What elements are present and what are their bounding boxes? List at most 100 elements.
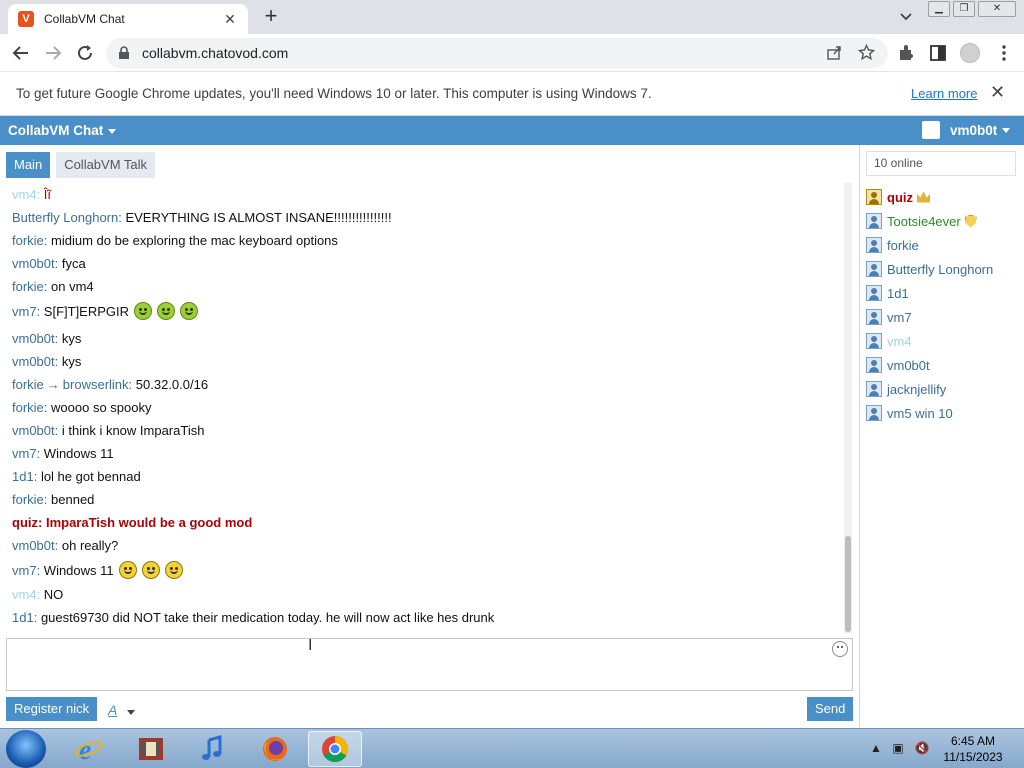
- message-text: 50.32.0.0/16: [135, 377, 209, 392]
- send-button[interactable]: Send: [807, 697, 854, 721]
- side-panel-icon[interactable]: [928, 43, 948, 63]
- user-icon: [866, 213, 882, 229]
- text-format-button[interactable]: A: [108, 702, 117, 718]
- user-icon: [866, 405, 882, 421]
- message-nick[interactable]: vm7: [12, 304, 37, 319]
- chat-brand-label: CollabVM Chat: [8, 123, 104, 138]
- user-list-item[interactable]: forkie: [866, 237, 919, 253]
- message-nick[interactable]: vm4: [12, 587, 37, 602]
- message-row: forkie → browserlink: 50.32.0.0/16: [12, 377, 208, 392]
- message-nick[interactable]: vm4: [12, 187, 37, 202]
- message-text: NO: [43, 587, 64, 602]
- user-menu[interactable]: vm0b0t: [922, 121, 1011, 139]
- message-text: benned: [51, 492, 95, 507]
- share-icon[interactable]: [826, 45, 842, 61]
- format-chevron-down-icon[interactable]: [127, 710, 135, 715]
- volume-muted-icon[interactable]: 🔇: [914, 741, 930, 757]
- chrome-taskbar-icon[interactable]: [308, 731, 362, 767]
- user-list-item[interactable]: vm5 win 10: [866, 405, 953, 421]
- message-nick[interactable]: 1d1: [12, 610, 34, 625]
- message-input[interactable]: [6, 638, 853, 691]
- emoji-picker-icon[interactable]: [832, 641, 848, 657]
- minimize-button[interactable]: ▁: [928, 1, 950, 17]
- user-list-item[interactable]: jacknjellify: [866, 381, 946, 397]
- message-scrollbar-thumb[interactable]: [845, 536, 851, 632]
- message-recipient[interactable]: browserlink: [63, 377, 129, 392]
- system-clock[interactable]: 6:45 AM 11/15/2023: [940, 733, 1006, 765]
- tab-search-chevron-icon[interactable]: [896, 6, 916, 26]
- user-list-item[interactable]: vm7: [866, 309, 912, 325]
- chrome-menu-icon[interactable]: [994, 43, 1014, 63]
- message-nick[interactable]: vm0b0t: [12, 354, 55, 369]
- message-nick[interactable]: vm0b0t: [12, 256, 55, 271]
- nick-separator: :: [43, 492, 52, 507]
- message-nick[interactable]: vm0b0t: [12, 538, 55, 553]
- message-row: vm0b0t: oh really?: [12, 538, 118, 553]
- message-nick[interactable]: quiz: [12, 515, 38, 530]
- lock-icon[interactable]: [118, 46, 130, 60]
- register-nick-button[interactable]: Register nick: [6, 697, 98, 721]
- message-nick[interactable]: Butterfly Longhorn: [12, 210, 118, 225]
- tab-main[interactable]: Main: [6, 152, 51, 178]
- text-cursor-icon: I: [308, 637, 313, 654]
- message-text: woooo so spooky: [51, 400, 152, 415]
- learn-more-link[interactable]: Learn more: [911, 86, 977, 101]
- online-count: 10 online: [866, 151, 1016, 176]
- start-button[interactable]: [6, 730, 46, 768]
- message-nick[interactable]: vm7: [12, 563, 37, 578]
- window-close-button[interactable]: ✕: [978, 1, 1016, 17]
- nick-separator: :: [43, 400, 52, 415]
- message-nick[interactable]: forkie: [12, 279, 44, 294]
- message-nick[interactable]: forkie: [12, 233, 44, 248]
- message-nick[interactable]: 1d1: [12, 469, 34, 484]
- user-list-item[interactable]: vm0b0t: [866, 357, 930, 373]
- message-text: midium do be exploring the mac keyboard …: [51, 233, 338, 248]
- tab-close-icon[interactable]: ✕: [222, 11, 238, 28]
- collabvm-favicon-icon: V: [18, 11, 34, 27]
- infobar-close-icon[interactable]: ✕: [990, 82, 1005, 103]
- firefox-icon[interactable]: [248, 731, 302, 767]
- address-bar[interactable]: collabvm.chatovod.com: [106, 38, 888, 68]
- new-tab-button[interactable]: +: [258, 4, 284, 30]
- restore-button[interactable]: ❐: [953, 1, 975, 17]
- user-list-item[interactable]: 1d1: [866, 285, 909, 301]
- user-list-item[interactable]: quiz: [866, 189, 930, 205]
- media-center-icon[interactable]: [124, 731, 178, 767]
- nick-separator: :: [43, 233, 52, 248]
- message-nick[interactable]: forkie: [12, 377, 44, 392]
- message-list: vm4: Îĩ Butterfly Longhorn: EVERYTHING IS…: [6, 183, 842, 633]
- user-list-item[interactable]: vm4: [866, 333, 912, 349]
- user-name: jacknjellify: [887, 381, 947, 397]
- message-row: 1d1: guest69730 did NOT take their medic…: [12, 610, 494, 625]
- message-nick[interactable]: vm7: [12, 446, 37, 461]
- message-text: Îĩ: [43, 187, 52, 202]
- network-icon[interactable]: ▣: [890, 741, 906, 757]
- message-row: quiz: ImparaTish would be a good mod: [12, 515, 252, 530]
- user-list-item[interactable]: Butterfly Longhorn: [866, 261, 993, 277]
- chat-brand-menu[interactable]: CollabVM Chat: [8, 123, 117, 138]
- bookmark-star-icon[interactable]: [858, 44, 875, 61]
- extensions-puzzle-icon[interactable]: [896, 43, 916, 63]
- reload-icon[interactable]: [74, 42, 96, 64]
- message-nick[interactable]: vm0b0t: [12, 331, 55, 346]
- message-nick[interactable]: forkie: [12, 400, 44, 415]
- user-list-item[interactable]: Tootsie4ever: [866, 213, 977, 229]
- user-name: Butterfly Longhorn: [887, 261, 994, 277]
- message-nick[interactable]: vm0b0t: [12, 423, 55, 438]
- message-text: kys: [61, 331, 82, 346]
- message-row: vm7: Windows 11: [12, 561, 183, 579]
- forward-arrow-icon[interactable]: [42, 42, 64, 64]
- itunes-icon[interactable]: [186, 731, 240, 767]
- chevron-down-icon: [108, 128, 117, 134]
- message-nick[interactable]: forkie: [12, 492, 44, 507]
- back-arrow-icon[interactable]: [10, 42, 32, 64]
- tray-expand-icon[interactable]: ▲: [868, 741, 884, 757]
- internet-explorer-icon[interactable]: e: [62, 731, 116, 767]
- tab-collabvm-talk[interactable]: CollabVM Talk: [56, 152, 156, 178]
- profile-avatar[interactable]: [960, 43, 980, 63]
- browser-tab[interactable]: V CollabVM Chat ✕: [8, 4, 248, 34]
- nick-separator: :: [54, 423, 62, 438]
- infobar-message: To get future Google Chrome updates, you…: [16, 86, 652, 101]
- nick-separator: :: [54, 331, 62, 346]
- user-icon: [866, 309, 882, 325]
